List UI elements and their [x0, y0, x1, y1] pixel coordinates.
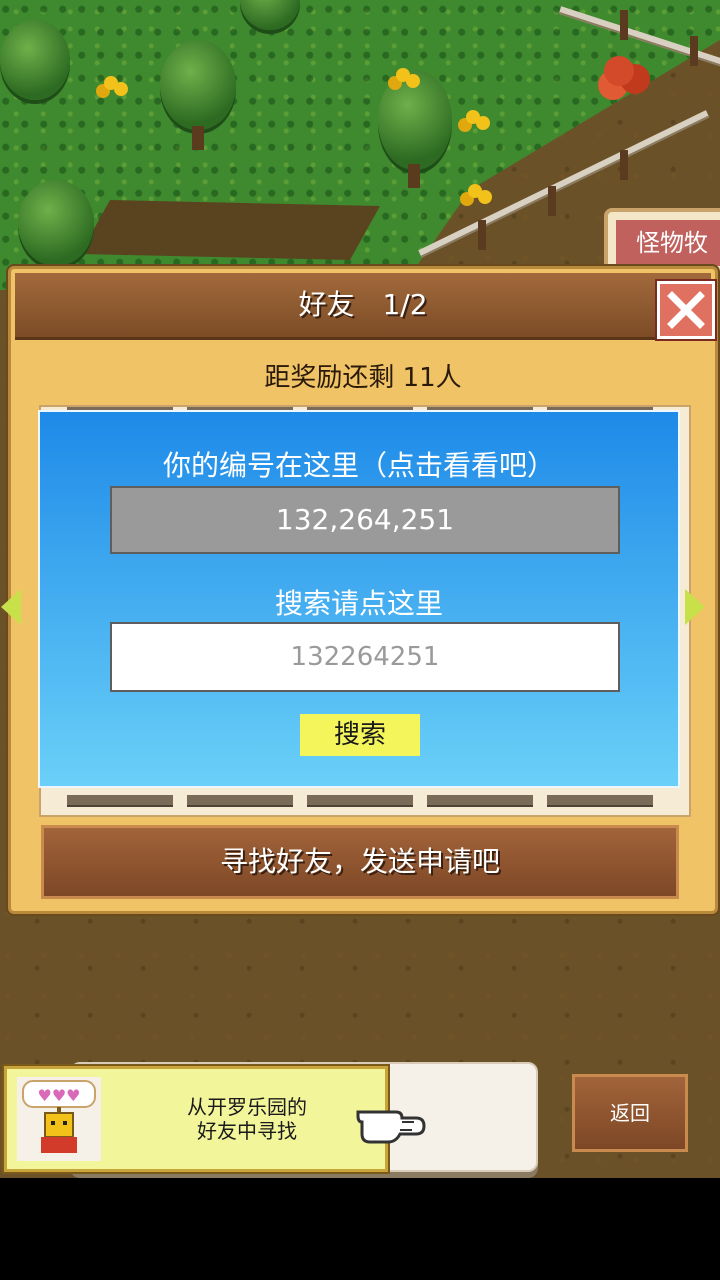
flower: [468, 184, 482, 198]
close-icon: [667, 291, 705, 329]
tree-trunk: [192, 126, 204, 150]
pointing-hand-icon: [356, 1110, 426, 1144]
tree: [378, 70, 452, 170]
close-button[interactable]: [657, 281, 715, 339]
search-caption: 搜索请点这里: [274, 587, 443, 620]
cairo-friends-line2: 好友中寻找: [197, 1119, 297, 1143]
tree: [18, 180, 94, 266]
slot-bar: [187, 795, 293, 807]
tree: [160, 40, 236, 130]
fence-post: [690, 36, 698, 66]
sign-label: 怪物牧: [616, 220, 720, 266]
dialog-title: 好友 1/2: [298, 288, 428, 321]
slot-bar: [427, 795, 533, 807]
next-page-arrow-icon[interactable]: [685, 589, 705, 625]
fence-post: [478, 220, 486, 250]
slot-bar: [67, 795, 173, 807]
id-search-panel: 你的编号在这里（点击看看吧） 132,264,251 搜索请点这里 搜索: [38, 410, 680, 788]
back-button[interactable]: 返回: [572, 1074, 688, 1152]
fence-post: [620, 150, 628, 180]
svg-text:♥♥♥: ♥♥♥: [37, 1086, 80, 1105]
slot-bar: [307, 795, 413, 807]
search-input[interactable]: [110, 622, 620, 692]
kairobot-icon: ♥♥♥: [22, 1080, 96, 1153]
my-id-caption: 你的编号在这里（点击看看吧）: [162, 449, 555, 482]
kairobot-avatar: ♥♥♥: [17, 1077, 101, 1161]
flower: [396, 68, 410, 82]
dialog-header: 好友 1/2: [15, 273, 715, 340]
dirt-patch: [80, 200, 380, 260]
slot-bar: [547, 795, 653, 807]
my-id-box[interactable]: 132,264,251: [110, 486, 620, 554]
flower: [104, 76, 118, 90]
tree: [0, 20, 70, 100]
fence-post: [548, 186, 556, 216]
prev-page-arrow-icon[interactable]: [1, 589, 21, 625]
cairo-friends-line1: 从开罗乐园的: [187, 1095, 307, 1119]
bottom-black-bar: [0, 1178, 720, 1280]
find-friends-button[interactable]: 寻找好友，发送申请吧: [41, 825, 679, 899]
cairo-friends-label: 从开罗乐园的 好友中寻找: [137, 1095, 357, 1143]
fence-post: [620, 10, 628, 40]
reward-remaining-text: 距奖励还剩 11人: [264, 363, 462, 393]
search-button[interactable]: 搜索: [300, 714, 420, 756]
red-flower: [604, 56, 634, 86]
cairo-friends-button[interactable]: ♥♥♥ 从开罗乐园的 好友中寻找: [4, 1066, 388, 1172]
tree-trunk: [408, 164, 420, 188]
flower: [466, 110, 480, 124]
